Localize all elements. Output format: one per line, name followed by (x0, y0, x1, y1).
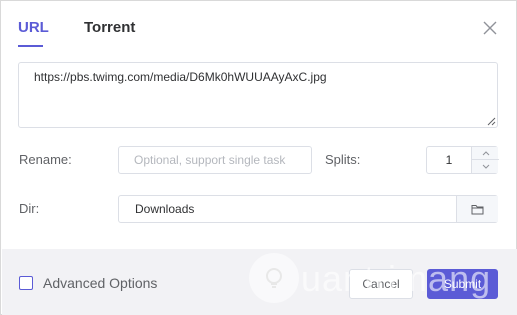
watermark-logo (249, 253, 299, 303)
chevron-up-icon (482, 150, 489, 155)
close-button[interactable] (481, 19, 499, 37)
chevron-down-icon (482, 164, 489, 169)
dir-input[interactable]: Downloads (118, 195, 498, 223)
advanced-options-checkbox[interactable] (19, 276, 33, 290)
url-input[interactable] (18, 62, 498, 128)
splits-stepper: 1 (426, 146, 499, 174)
splits-decrement-button[interactable] (472, 160, 499, 173)
folder-icon (471, 204, 484, 214)
stepper-controls (471, 147, 499, 173)
splits-label: Splits: (325, 152, 361, 167)
splits-increment-button[interactable] (472, 147, 499, 160)
lightbulb-icon (266, 268, 282, 288)
tab-torrent[interactable]: Torrent (84, 19, 135, 37)
dir-label: Dir: (19, 201, 40, 216)
add-task-dialog: URL Torrent Rename: Splits: 1 D (0, 0, 517, 315)
dir-value: Downloads (135, 202, 195, 216)
tab-url[interactable]: URL (18, 19, 49, 37)
splits-value[interactable]: 1 (427, 147, 471, 173)
rename-label: Rename: (19, 152, 72, 167)
cancel-button[interactable]: Cancel (349, 269, 413, 299)
browse-folder-button[interactable] (456, 196, 498, 222)
close-icon (483, 21, 497, 35)
rename-input[interactable] (118, 146, 312, 174)
advanced-options-label[interactable]: Advanced Options (43, 275, 157, 291)
submit-button[interactable]: Submit (427, 269, 498, 299)
active-tab-indicator (18, 45, 43, 47)
resize-grip-icon[interactable] (486, 116, 496, 126)
